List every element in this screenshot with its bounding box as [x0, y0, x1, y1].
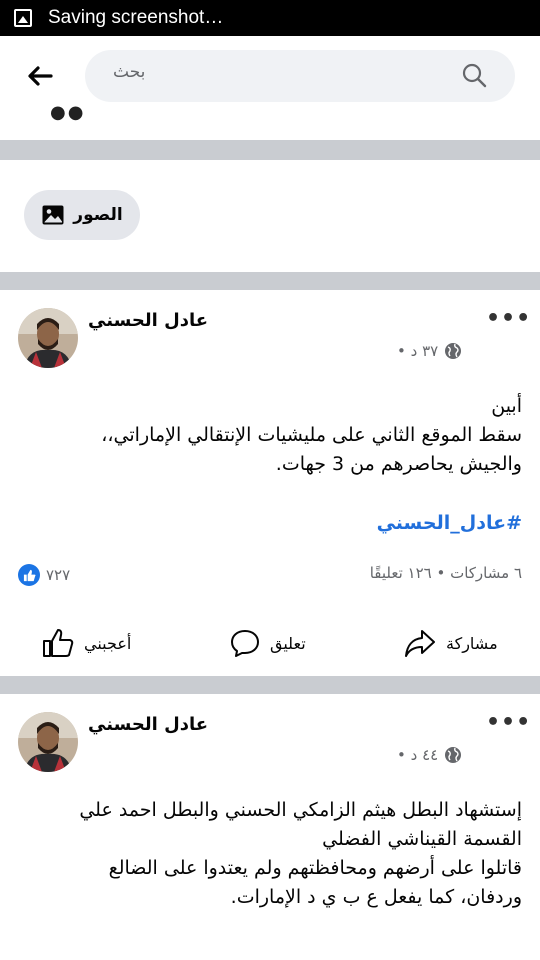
back-arrow-icon	[28, 66, 53, 86]
post: ••• عادل الحسني ٤٤ د • إستشهاد البطل هيث…	[0, 694, 540, 960]
post-meta: ٤٤ د •	[397, 746, 462, 764]
search-icon	[462, 63, 487, 88]
post-meta: ٣٧ د •	[397, 342, 462, 360]
share-icon	[405, 630, 435, 657]
like-count: ٧٢٧	[46, 566, 71, 584]
status-bar: Saving screenshot…	[0, 0, 540, 36]
search-input[interactable]: بحث	[85, 50, 515, 102]
post-body: إستشهاد البطل هيثم الزامكي الحسني والبطل…	[22, 796, 522, 912]
post-body-line: سقط الموقع الثاني على مليشيات الإنتقالي …	[101, 424, 522, 446]
status-text: Saving screenshot…	[48, 7, 224, 28]
like-reaction-icon	[18, 564, 40, 586]
post-body-line: إستشهاد البطل هيثم الزامكي الحسني والبطل…	[79, 799, 522, 821]
post: ••• عادل الحسني ٣٧ د • أبين سقط الموقع ا…	[0, 290, 540, 676]
image-icon	[42, 205, 64, 225]
reactions-row: ٧٢٧ ٦ مشاركات • ١٢٦ تعليقًا	[0, 564, 540, 588]
post-time: ٤٤ د •	[397, 746, 439, 764]
divider	[0, 272, 540, 290]
post-body-line: والجيش يحاصرهم من 3 جهات.	[275, 453, 522, 475]
avatar[interactable]	[18, 308, 78, 368]
post-actions: أعجبني تعليق مشاركة	[0, 616, 540, 672]
comment-button[interactable]: تعليق	[230, 628, 306, 658]
like-icon	[43, 629, 74, 657]
comment-icon	[231, 630, 259, 657]
share-button[interactable]: مشاركة	[404, 628, 498, 658]
globe-icon	[445, 747, 462, 763]
comment-label: تعليق	[270, 633, 306, 653]
search-placeholder: بحث	[113, 62, 146, 82]
hashtag-link[interactable]: #عادل_الحسني	[377, 512, 522, 534]
post-body-line: أبين	[491, 395, 522, 417]
photos-filter-label: الصور	[73, 205, 123, 225]
post-body: أبين سقط الموقع الثاني على مليشيات الإنت…	[22, 392, 522, 479]
post-author[interactable]: عادل الحسني	[88, 714, 208, 735]
back-button[interactable]	[20, 58, 60, 94]
divider	[0, 140, 540, 160]
post-time: ٣٧ د •	[397, 342, 439, 360]
like-label: أعجبني	[84, 633, 132, 653]
more-icon[interactable]: •••	[486, 308, 531, 330]
like-button[interactable]: أعجبني	[42, 628, 131, 658]
post-body-line: قاتلوا على أرضهم ومحافظتهم ولم يعتدوا عل…	[108, 857, 522, 879]
divider	[0, 676, 540, 694]
post-author[interactable]: عادل الحسني	[88, 310, 208, 331]
partial-content: ●●	[50, 102, 86, 123]
photos-filter-button[interactable]: الصور	[24, 190, 140, 240]
more-icon[interactable]: •••	[486, 712, 531, 734]
image-icon	[14, 9, 32, 27]
avatar[interactable]	[18, 712, 78, 772]
share-label: مشاركة	[446, 633, 498, 653]
post-stats[interactable]: ٦ مشاركات • ١٢٦ تعليقًا	[370, 564, 522, 582]
post-body-line: القسمة القيناشي الفضلي	[322, 828, 522, 850]
post-body-line: وردفان، كما يفعل ع ب ي د الإمارات.	[230, 886, 522, 908]
globe-icon	[445, 343, 462, 359]
reaction-summary[interactable]: ٧٢٧	[18, 564, 70, 586]
